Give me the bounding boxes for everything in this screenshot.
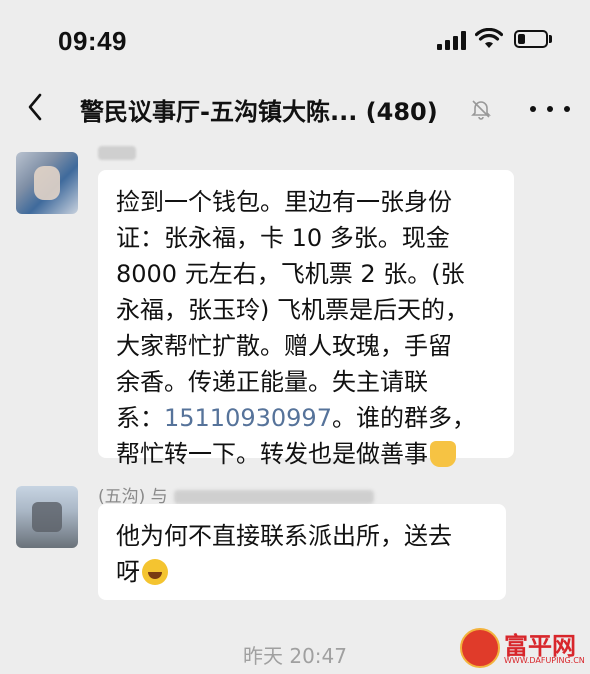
message-text: 帮忙转一下。转发也是做善事 <box>116 440 428 468</box>
wifi-icon <box>475 28 503 48</box>
message-line: 系：15110930997。谁的群多， <box>116 400 498 436</box>
message-line: 他为何不直接联系派出所，送去 <box>116 522 452 550</box>
message-line: 呀 <box>116 554 490 590</box>
message-text: 呀 <box>116 558 140 586</box>
message-bubble[interactable]: 捡到一个钱包。里边有一张身份 证：张永福，卡 10 多张。现金 8000 元左右… <box>98 170 514 468</box>
sender-name-blurred <box>173 490 374 504</box>
sender-avatar[interactable] <box>16 152 78 214</box>
status-bar: 09:49 <box>0 0 590 78</box>
sender-avatar[interactable] <box>16 486 78 548</box>
site-watermark: 富平网 WWW.DAFUPING.CN <box>460 626 585 670</box>
phone-number-link[interactable]: 15110930997 <box>164 404 332 432</box>
message-text: 。谁的群多， <box>331 404 476 432</box>
battery-tip <box>549 35 552 43</box>
message-line: 帮忙转一下。转发也是做善事 <box>116 436 498 472</box>
battery-icon <box>514 30 548 48</box>
bell-muted-icon <box>471 100 491 120</box>
more-dot <box>530 106 536 112</box>
folded-hands-icon <box>430 441 456 467</box>
sender-name-blurred <box>98 146 136 160</box>
chat-title[interactable]: 警民议事厅-五沟镇大陈... (480) <box>80 92 438 127</box>
back-button[interactable] <box>18 90 52 124</box>
message-line: 大家帮忙扩散。赠人玫瑰，手留 <box>116 332 452 360</box>
message-bubble[interactable]: 他为何不直接联系派出所，送去 呀 <box>98 504 506 600</box>
battery-level <box>518 34 525 44</box>
more-dot <box>564 106 570 112</box>
watermark-logo-icon <box>460 628 500 668</box>
chevron-left-icon <box>28 93 42 121</box>
watermark-url: WWW.DAFUPING.CN <box>504 656 585 665</box>
chat-header: 警民议事厅-五沟镇大陈... (480) <box>0 78 590 140</box>
message-text: 系： <box>116 404 164 432</box>
signal-icon <box>437 31 467 50</box>
message-line: 永福，张玉玲) 飞机票是后天的， <box>116 296 469 324</box>
message-line: 8000 元左右，飞机票 2 张。(张 <box>116 260 465 288</box>
message-line: 证：张永福，卡 10 多张。现金 <box>116 224 450 252</box>
status-time: 09:49 <box>58 26 127 56</box>
more-button[interactable] <box>530 96 570 122</box>
more-dot <box>547 106 553 112</box>
message-line: 余香。传递正能量。失主请联 <box>116 368 428 396</box>
message-line: 捡到一个钱包。里边有一张身份 <box>116 188 452 216</box>
laughing-crying-icon <box>142 559 168 585</box>
